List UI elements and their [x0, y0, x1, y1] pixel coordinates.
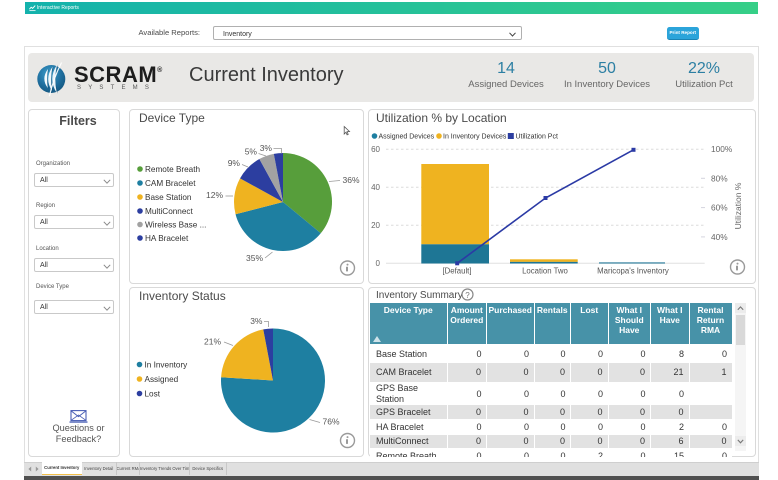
svg-text:12%: 12%	[206, 190, 223, 200]
svg-text:40: 40	[371, 183, 380, 192]
svg-text:60%: 60%	[711, 203, 728, 213]
svg-text:76%: 76%	[323, 417, 340, 427]
svg-text:In Inventory: In Inventory	[145, 361, 189, 370]
svg-text:35%: 35%	[246, 253, 263, 263]
svg-text:Utilization %: Utilization %	[733, 182, 743, 229]
svg-text:MultiConnect: MultiConnect	[145, 207, 194, 216]
svg-text:Maricopa's Inventory: Maricopa's Inventory	[597, 267, 669, 276]
svg-text:HA Bracelet: HA Bracelet	[145, 234, 189, 243]
svg-text:3%: 3%	[260, 143, 273, 153]
svg-text:3%: 3%	[250, 316, 263, 326]
svg-text:CAM Bracelet: CAM Bracelet	[145, 179, 196, 188]
svg-text:Location Two: Location Two	[522, 267, 568, 276]
svg-text:In Inventory Devices: In Inventory Devices	[443, 134, 507, 141]
svg-text:36%: 36%	[343, 175, 360, 185]
svg-text:20: 20	[371, 221, 380, 230]
svg-text:Wireless Base ...: Wireless Base ...	[145, 221, 206, 230]
svg-text:Assigned: Assigned	[145, 375, 179, 384]
svg-text:Remote Breath: Remote Breath	[145, 165, 201, 174]
svg-text:?: ?	[465, 291, 470, 300]
svg-text:Base Station: Base Station	[145, 193, 192, 202]
svg-text:60: 60	[371, 145, 380, 154]
svg-text:80%: 80%	[711, 173, 728, 183]
svg-text:9%: 9%	[228, 158, 241, 168]
svg-text:Utilization Pct: Utilization Pct	[516, 134, 558, 141]
svg-text:40%: 40%	[711, 232, 728, 242]
svg-text:0: 0	[376, 259, 381, 268]
svg-text:Lost: Lost	[145, 390, 161, 399]
svg-text:100%: 100%	[711, 144, 733, 154]
svg-text:[Default]: [Default]	[442, 267, 471, 276]
svg-text:21%: 21%	[204, 337, 221, 347]
svg-text:Assigned Devices: Assigned Devices	[379, 134, 435, 141]
svg-text:5%: 5%	[245, 147, 258, 157]
